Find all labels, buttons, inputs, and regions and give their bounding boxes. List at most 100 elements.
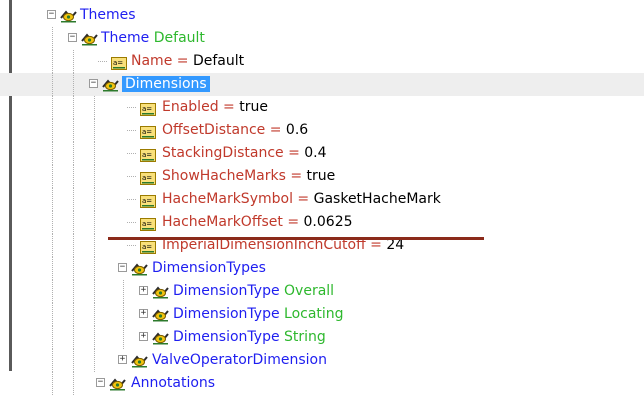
tree-guide-line — [52, 119, 53, 142]
tree-guide-line — [123, 303, 124, 326]
tree-row[interactable]: + DimensionType Locating — [0, 303, 644, 326]
property-value[interactable]: 0.4 — [304, 145, 326, 161]
attribute-property-icon — [140, 193, 156, 206]
tree-guide-line — [73, 257, 74, 280]
tree-guide-line — [94, 234, 95, 257]
node-name[interactable]: DimensionType — [173, 283, 280, 299]
property-name[interactable]: StackingDistance — [162, 145, 284, 161]
tree-guide-line — [94, 326, 95, 349]
tree-row[interactable]: + DimensionType Overall — [0, 280, 644, 303]
property-value[interactable]: Default — [193, 53, 244, 69]
property-value[interactable]: true — [239, 99, 268, 115]
tree-guide-line — [94, 280, 95, 303]
tree-guide-line — [98, 61, 107, 62]
tree-row[interactable]: + DimensionType String — [0, 326, 644, 349]
tree-guide-line — [127, 176, 136, 177]
tree-guide-line — [52, 257, 53, 280]
tree-guide-line — [52, 349, 53, 372]
xml-tree-view: − Themes − Theme Default Name = Default … — [0, 4, 644, 395]
tree-guide-line — [52, 234, 53, 257]
node-name[interactable]: DimensionType — [173, 329, 280, 345]
node-name-selected[interactable]: Dimensions — [122, 76, 210, 92]
property-value[interactable]: true — [307, 168, 336, 184]
tree-guide-line — [52, 27, 53, 50]
tree-row[interactable]: − Theme Default — [0, 27, 644, 50]
tree-guide-line — [123, 280, 124, 303]
expand-icon[interactable]: + — [139, 286, 148, 295]
node-name[interactable]: DimensionType — [173, 306, 280, 322]
tree-guide-line — [94, 349, 95, 372]
tree-guide-line — [52, 211, 53, 234]
property-name[interactable]: OffsetDistance — [162, 122, 265, 138]
annotation-underline — [108, 237, 484, 240]
tree-row[interactable]: StackingDistance = 0.4 — [0, 142, 644, 165]
collapse-icon[interactable]: − — [96, 378, 105, 387]
tree-guide-line — [127, 107, 136, 108]
property-equals: = — [269, 122, 282, 138]
tree-row[interactable]: + ValveOperatorDimension — [0, 349, 644, 372]
element-node-icon — [81, 31, 98, 45]
property-value[interactable]: 0.6 — [286, 122, 308, 138]
element-node-icon — [152, 330, 169, 344]
tree-row[interactable]: HacheMarkOffset = 0.0625 — [0, 211, 644, 234]
property-equals: = — [287, 214, 300, 230]
collapse-icon[interactable]: − — [89, 79, 98, 88]
property-value[interactable]: GasketHacheMark — [314, 191, 441, 207]
node-name[interactable]: Annotations — [131, 375, 215, 391]
tree-row[interactable]: − Annotations — [0, 372, 644, 395]
tree-row[interactable]: Enabled = true — [0, 96, 644, 119]
attribute-property-icon — [140, 147, 156, 160]
property-name[interactable]: Enabled — [162, 99, 219, 115]
expand-icon[interactable]: + — [118, 355, 127, 364]
element-node-icon — [102, 77, 119, 91]
tree-guide-line — [73, 142, 74, 165]
node-value: Default — [153, 30, 205, 46]
tree-guide-line — [52, 326, 53, 349]
property-name[interactable]: HacheMarkOffset — [162, 214, 283, 230]
tree-guide-line — [52, 50, 53, 73]
expand-icon[interactable]: + — [139, 332, 148, 341]
property-value[interactable]: 0.0625 — [304, 214, 353, 230]
tree-guide-line — [94, 165, 95, 188]
tree-guide-line — [73, 303, 74, 326]
attribute-property-icon — [111, 55, 127, 68]
tree-row[interactable]: − Themes — [0, 4, 644, 27]
node-name[interactable]: Theme — [101, 30, 149, 46]
tree-row-selected[interactable]: − Dimensions — [0, 73, 644, 96]
tree-guide-line — [73, 372, 74, 395]
tree-guide-line — [127, 153, 136, 154]
tree-guide-line — [52, 372, 53, 395]
tree-guide-line — [73, 119, 74, 142]
tree-guide-line — [94, 96, 95, 119]
tree-row[interactable]: HacheMarkSymbol = GasketHacheMark — [0, 188, 644, 211]
property-name[interactable]: Name — [131, 53, 172, 69]
node-name[interactable]: ValveOperatorDimension — [152, 352, 327, 368]
tree-guide-line — [94, 257, 95, 280]
tree-row[interactable]: ShowHacheMarks = true — [0, 165, 644, 188]
tree-guide-line — [73, 280, 74, 303]
node-name[interactable]: DimensionTypes — [152, 260, 266, 276]
expand-icon[interactable]: + — [139, 309, 148, 318]
property-name[interactable]: HacheMarkSymbol — [162, 191, 293, 207]
tree-row[interactable]: Name = Default — [0, 50, 644, 73]
tree-guide-line — [94, 303, 95, 326]
tree-guide-line — [127, 245, 136, 246]
collapse-icon[interactable]: − — [68, 33, 77, 42]
tree-guide-line — [127, 130, 136, 131]
node-name[interactable]: Themes — [80, 7, 136, 23]
element-node-icon — [131, 261, 148, 275]
tree-row[interactable]: − DimensionTypes — [0, 257, 644, 280]
property-equals: = — [288, 145, 300, 161]
tree-guide-line — [52, 280, 53, 303]
attribute-property-icon — [140, 170, 156, 183]
tree-guide-line — [73, 211, 74, 234]
tree-guide-line — [94, 119, 95, 142]
tree-row[interactable]: OffsetDistance = 0.6 — [0, 119, 644, 142]
property-equals: = — [297, 191, 310, 207]
tree-guide-line — [73, 234, 74, 257]
collapse-icon[interactable]: − — [118, 263, 127, 272]
collapse-icon[interactable]: − — [47, 10, 56, 19]
property-name[interactable]: ShowHacheMarks — [162, 168, 286, 184]
tree-guide-line — [94, 188, 95, 211]
element-node-icon — [131, 353, 148, 367]
